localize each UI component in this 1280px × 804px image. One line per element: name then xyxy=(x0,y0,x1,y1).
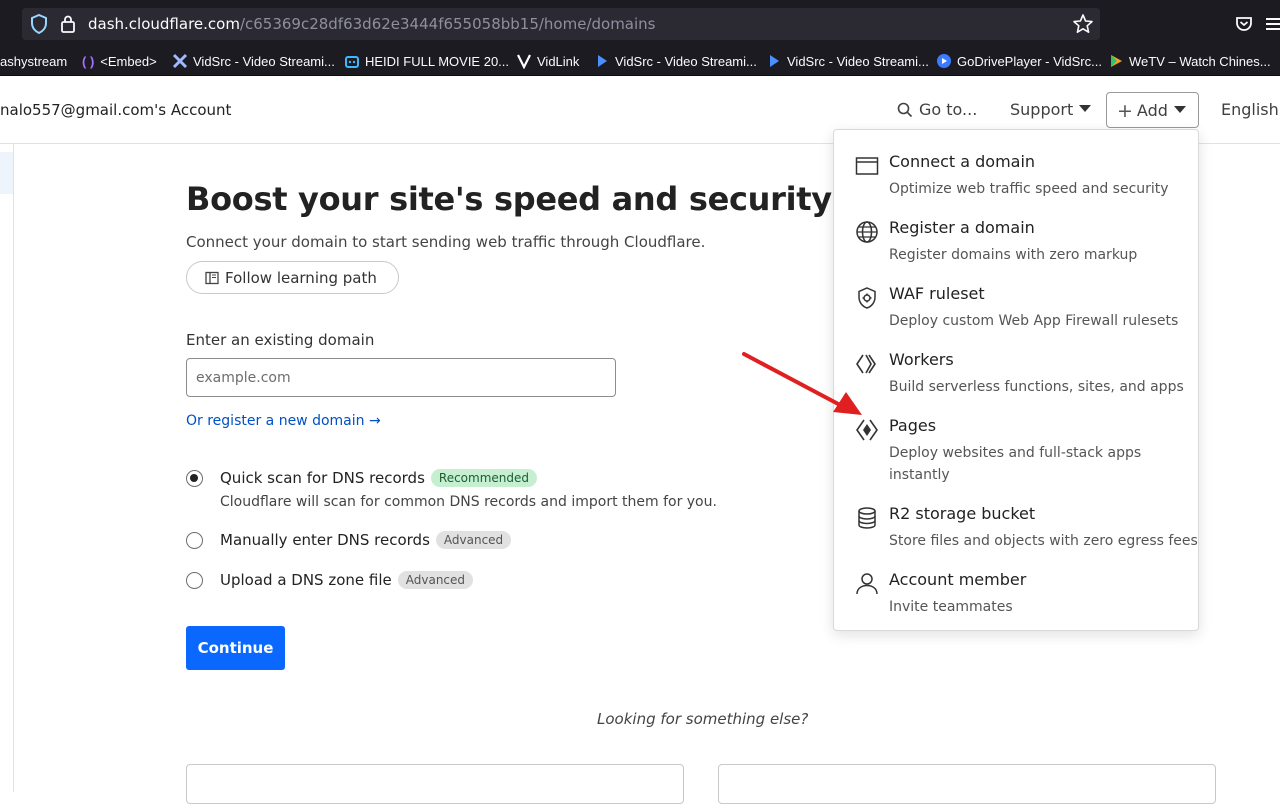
book-icon xyxy=(205,271,219,285)
pocket-icon[interactable] xyxy=(1234,14,1254,34)
bookmark-item[interactable]: HEIDI FULL MOVIE 20... xyxy=(344,53,509,71)
vidsrc-icon xyxy=(172,53,188,69)
dns-option-upload-zone[interactable]: Upload a DNS zone file Advanced xyxy=(186,571,586,595)
sidebar-active-item[interactable] xyxy=(0,152,13,194)
looking-for-else-heading: Looking for something else? xyxy=(597,710,809,728)
account-name[interactable]: nalo557@gmail.com's Account xyxy=(0,101,231,119)
page-subtitle: Connect your domain to start sending web… xyxy=(186,233,706,251)
radio-button[interactable] xyxy=(186,532,203,549)
bookmark-item[interactable]: VidLink xyxy=(516,53,579,71)
bookmark-item[interactable]: ( ) <Embed> xyxy=(82,53,157,71)
menu-item-register-domain[interactable]: Register a domain Register domains with … xyxy=(834,218,1198,278)
option-label: Upload a DNS zone file xyxy=(220,571,392,589)
url-text[interactable]: dash.cloudflare.com/c65369c28df63d62e344… xyxy=(88,15,655,33)
domain-input[interactable] xyxy=(186,358,616,397)
menu-item-pages[interactable]: Pages Deploy websites and full-stack app… xyxy=(834,416,1198,486)
database-icon xyxy=(858,507,876,529)
bookmark-item[interactable]: GoDrivePlayer - VidSrc... xyxy=(936,53,1102,71)
play-icon xyxy=(598,55,607,67)
search-icon xyxy=(897,102,913,118)
tracking-shield-icon[interactable] xyxy=(30,14,48,34)
bookmark-item[interactable]: ashystream xyxy=(0,53,67,71)
bookmark-item[interactable]: VidSrc - Video Streami... xyxy=(172,53,335,71)
radio-button[interactable] xyxy=(186,572,203,589)
v-icon xyxy=(517,54,531,69)
advanced-badge: Advanced xyxy=(397,571,474,589)
quick-scan-description: Cloudflare will scan for common DNS reco… xyxy=(220,494,717,510)
page-title: Boost your site's speed and security xyxy=(186,180,832,218)
option-label: Quick scan for DNS records xyxy=(220,469,425,487)
learning-path-button[interactable]: Follow learning path xyxy=(186,261,399,294)
code-icon: ( ) xyxy=(82,54,95,69)
language-selector[interactable]: English xyxy=(1221,100,1280,119)
plus-icon: + xyxy=(1117,100,1133,122)
option-card[interactable] xyxy=(186,764,684,804)
add-dropdown-menu: Connect a domain Optimize web traffic sp… xyxy=(833,129,1199,631)
menu-item-account-member[interactable]: Account member Invite teammates xyxy=(834,570,1198,630)
person-icon xyxy=(856,573,878,595)
shield-gear-icon xyxy=(858,287,876,309)
bookmark-item[interactable]: WeTV – Watch Chines... xyxy=(1108,53,1271,71)
radio-button[interactable] xyxy=(186,470,203,487)
wetv-icon xyxy=(1111,55,1122,67)
recommended-badge: Recommended xyxy=(430,469,538,487)
pages-icon xyxy=(856,419,878,441)
add-button[interactable]: + Add xyxy=(1106,92,1199,128)
globe-icon xyxy=(856,221,878,243)
circle-play-icon xyxy=(937,54,951,68)
menu-item-waf-ruleset[interactable]: WAF ruleset Deploy custom Web App Firewa… xyxy=(834,284,1198,344)
app-menu-icon[interactable] xyxy=(1266,16,1280,32)
goto-search[interactable]: Go to... xyxy=(897,100,977,119)
sidebar xyxy=(0,144,14,792)
browser-toolbar: dash.cloudflare.com/c65369c28df63d62e344… xyxy=(0,0,1280,48)
workers-icon xyxy=(856,354,876,374)
advanced-badge: Advanced xyxy=(435,531,512,549)
option-card[interactable] xyxy=(718,764,1216,804)
dns-option-quick-scan[interactable]: Quick scan for DNS records Recommended xyxy=(186,469,586,493)
play-icon xyxy=(770,55,779,67)
bookmark-item[interactable]: VidSrc - Video Streami... xyxy=(766,53,929,71)
bookmark-star-icon[interactable] xyxy=(1072,13,1094,35)
register-domain-link[interactable]: Or register a new domain → xyxy=(186,413,381,429)
robot-icon xyxy=(345,56,359,68)
caret-down-icon xyxy=(1079,105,1092,112)
caret-down-icon xyxy=(1173,106,1186,113)
support-menu[interactable]: Support xyxy=(1010,100,1092,119)
menu-item-connect-domain[interactable]: Connect a domain Optimize web traffic sp… xyxy=(834,152,1198,212)
browser-window-icon xyxy=(855,157,879,175)
dns-option-manual[interactable]: Manually enter DNS records Advanced xyxy=(186,531,586,555)
domain-input-label: Enter an existing domain xyxy=(186,331,375,349)
option-label: Manually enter DNS records xyxy=(220,531,430,549)
menu-item-r2-storage[interactable]: R2 storage bucket Store files and object… xyxy=(834,504,1198,564)
continue-button[interactable]: Continue xyxy=(186,626,285,670)
bookmarks-bar: ashystream ( ) <Embed> VidSrc - Video Str… xyxy=(0,48,1280,76)
bookmark-item[interactable]: VidSrc - Video Streami... xyxy=(594,53,757,71)
lock-icon[interactable] xyxy=(60,14,76,34)
menu-item-workers[interactable]: Workers Build serverless functions, site… xyxy=(834,350,1198,410)
